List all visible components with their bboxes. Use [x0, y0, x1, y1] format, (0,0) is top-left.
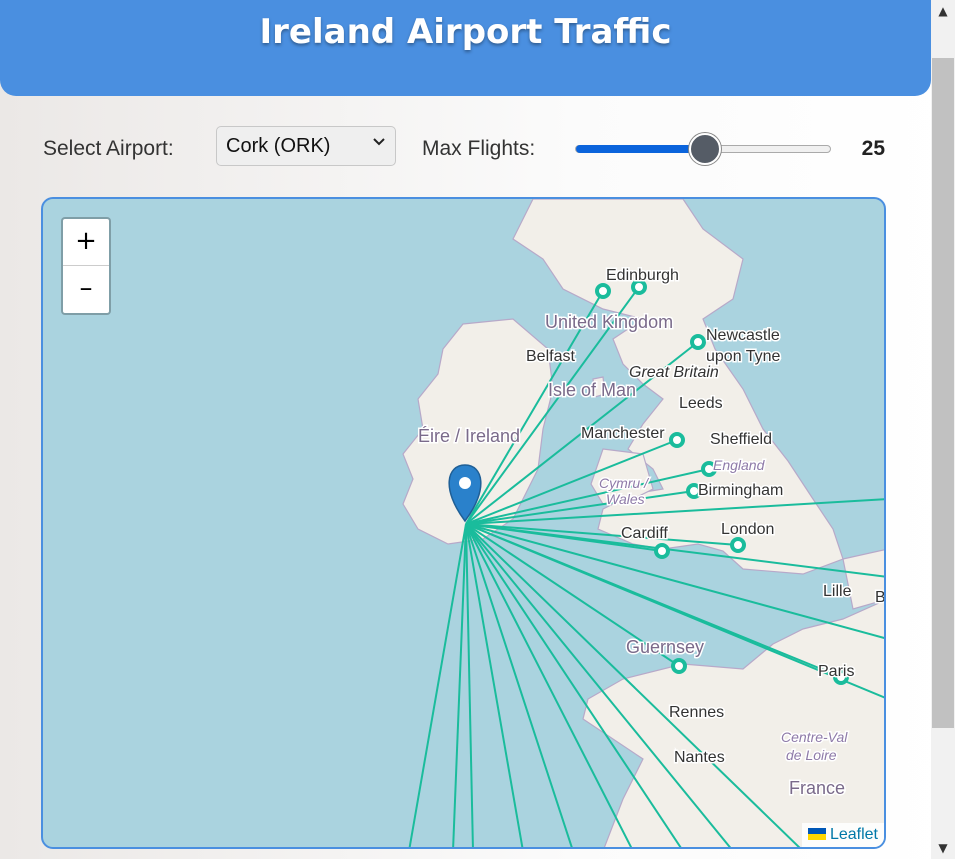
- scroll-up-icon[interactable]: ▲: [931, 4, 955, 18]
- destination-marker-icon[interactable]: [654, 543, 670, 559]
- route-line: [465, 523, 633, 847]
- label-sheffield: Sheffield: [710, 431, 772, 448]
- label-paris: Paris: [818, 663, 854, 680]
- label-england: England: [713, 457, 766, 473]
- label-leeds: Leeds: [679, 395, 723, 412]
- map-canvas[interactable]: Edinburgh United Kingdom Newcastle upon …: [43, 199, 886, 849]
- scrollbar-thumb[interactable]: [932, 58, 954, 728]
- label-centre-val-1: Centre-Val: [781, 729, 848, 745]
- header-banner: Ireland Airport Traffic: [0, 0, 931, 96]
- controls-bar: Select Airport: Cork (ORK) Max Flights: …: [43, 126, 885, 170]
- label-wales: Wales: [606, 491, 645, 507]
- label-london: London: [721, 521, 774, 538]
- destination-marker-icon[interactable]: [690, 334, 706, 350]
- route-line: [452, 523, 467, 847]
- route-line: [408, 523, 467, 847]
- label-belfast: Belfast: [526, 348, 575, 365]
- destination-marker-icon[interactable]: [730, 537, 746, 553]
- label-great-britain: Great Britain: [629, 364, 719, 381]
- airport-select[interactable]: Cork (ORK): [216, 126, 396, 166]
- label-centre-val-2: de Loire: [786, 747, 837, 763]
- max-flights-value: 25: [861, 137, 885, 160]
- slider-fill: [576, 145, 703, 153]
- zoom-out-button[interactable]: –: [63, 266, 109, 312]
- slider-thumb[interactable]: [689, 133, 721, 165]
- attribution-link[interactable]: Leaflet: [830, 826, 878, 843]
- label-birmingham: Birmingham: [698, 482, 783, 499]
- route-line: [465, 523, 524, 847]
- label-manchester: Manchester: [581, 425, 665, 442]
- airport-select-label: Select Airport:: [43, 137, 174, 160]
- label-nantes: Nantes: [674, 749, 725, 766]
- max-flights-slider[interactable]: [575, 133, 831, 165]
- zoom-in-button[interactable]: +: [63, 219, 109, 266]
- label-isle-of-man: Isle of Man: [548, 380, 636, 400]
- label-edinburgh: Edinburgh: [606, 267, 679, 284]
- airport-select-value: Cork (ORK): [226, 135, 331, 157]
- ukraine-flag-icon: [807, 828, 826, 840]
- page-title: Ireland Airport Traffic: [259, 12, 672, 52]
- map-attribution[interactable]: Leaflet: [801, 823, 884, 847]
- chevron-down-icon: [373, 135, 385, 153]
- destination-marker-icon[interactable]: [595, 283, 611, 299]
- label-cymru: Cymru /: [599, 475, 650, 491]
- zoom-control: + –: [61, 217, 111, 315]
- label-france: France: [789, 778, 845, 798]
- label-lille: Lille: [823, 583, 852, 600]
- route-line: [465, 523, 573, 847]
- max-flights-label: Max Flights:: [422, 137, 536, 160]
- page-scrollbar[interactable]: ▲ ▼: [931, 0, 955, 859]
- label-eire: Éire / Ireland: [418, 426, 520, 446]
- label-newcastle-1: Newcastle: [706, 327, 780, 344]
- label-newcastle-2: upon Tyne: [706, 348, 781, 365]
- label-cardiff: Cardiff: [621, 525, 668, 542]
- label-united-kingdom: United Kingdom: [545, 312, 673, 332]
- destination-marker-icon[interactable]: [669, 432, 685, 448]
- label-rennes: Rennes: [669, 704, 724, 721]
- label-guernsey: Guernsey: [626, 637, 704, 657]
- scroll-down-icon[interactable]: ▼: [931, 841, 955, 855]
- map-container[interactable]: Edinburgh United Kingdom Newcastle upon …: [41, 197, 886, 849]
- destination-marker-icon[interactable]: [671, 658, 687, 674]
- route-line: [465, 523, 474, 847]
- label-b-edge: B: [875, 589, 886, 606]
